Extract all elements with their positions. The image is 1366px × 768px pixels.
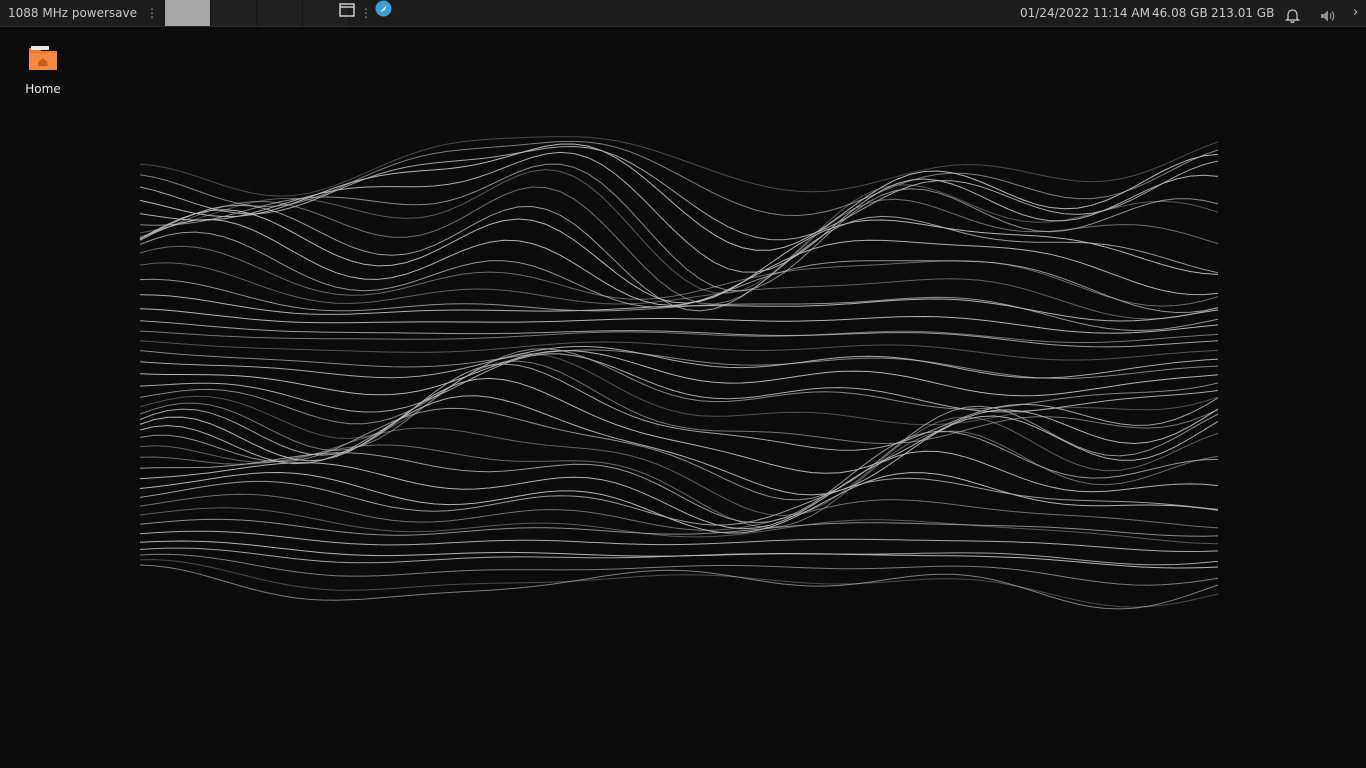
terrain-line (139, 231, 1219, 314)
terrain-line (139, 349, 1219, 380)
terrain-line (139, 450, 1219, 530)
terrain-line (139, 353, 1219, 413)
terrain-line (139, 308, 1219, 334)
terrain-line (139, 163, 1219, 292)
terrain-line (139, 471, 1219, 534)
terrain-line (139, 353, 1219, 440)
terrain-line (139, 145, 1219, 241)
terrain-line (139, 430, 1219, 524)
terrain-line (139, 540, 1219, 569)
terrain-line (139, 507, 1219, 545)
terrain-line (139, 477, 1219, 526)
terrain-line (139, 340, 1219, 361)
terrain-line (139, 346, 1219, 379)
terrain-line (139, 330, 1219, 344)
terrain-line (139, 350, 1219, 397)
terrain-line (139, 262, 1219, 320)
wallpaper-terrain (139, 136, 1219, 610)
terrain-line (139, 136, 1219, 197)
terrain-line (139, 405, 1219, 501)
terrain-line (139, 430, 1219, 528)
terrain-line (139, 395, 1219, 496)
terrain-line (139, 320, 1219, 348)
